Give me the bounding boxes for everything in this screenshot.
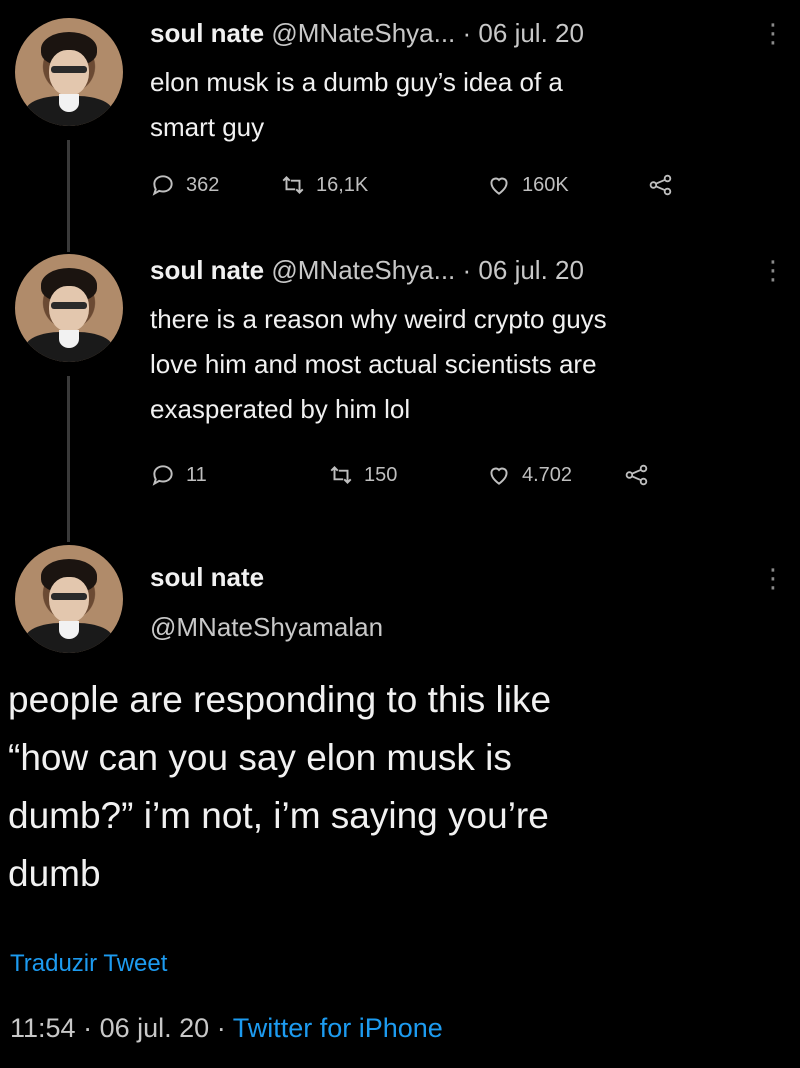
like-icon: [490, 467, 508, 485]
author-name-row: soul nate: [150, 562, 264, 593]
author-handle[interactable]: @MNateShya...: [271, 255, 455, 285]
avatar[interactable]: [15, 254, 123, 362]
main-text-line: dumb?” i’m not, i’m saying you’re: [8, 795, 549, 836]
tweet-date[interactable]: 06 jul. 20: [478, 18, 584, 48]
reply-count: 11: [186, 463, 207, 486]
author-name[interactable]: soul nate: [150, 255, 264, 285]
separator: ·: [216, 1013, 226, 1043]
author-handle[interactable]: @MNateShya...: [271, 18, 455, 48]
main-text-line: dumb: [8, 853, 101, 894]
more-vertical-icon[interactable]: ⋮: [760, 257, 786, 283]
separator: ·: [462, 255, 472, 285]
author-name[interactable]: soul nate: [150, 562, 264, 592]
reply-count: 362: [186, 173, 220, 196]
thread-line-1: [67, 140, 70, 252]
tweet-text-line: there is a reason why weird crypto guys: [150, 304, 607, 334]
like-icon: [490, 177, 508, 195]
author-handle-row: @MNateShyamalan: [150, 612, 383, 643]
translate-link[interactable]: Traduzir Tweet: [10, 950, 167, 978]
avatar[interactable]: [15, 18, 123, 126]
retweet-icon: [282, 176, 304, 194]
like-button[interactable]: 4.702: [486, 462, 572, 488]
tweet-text: elon musk is a dumb guy’s idea of a smar…: [150, 60, 780, 150]
more-vertical-icon[interactable]: ⋮: [760, 565, 786, 591]
retweet-count: 16,1K: [316, 173, 369, 196]
share-button[interactable]: [624, 462, 650, 488]
reply-button[interactable]: 11: [150, 462, 207, 488]
retweet-count: 150: [364, 463, 398, 486]
tweet-time: 11:54: [10, 1013, 76, 1043]
like-button[interactable]: 160K: [486, 172, 569, 198]
tweet-header: soul nate @MNateShya... · 06 jul. 20: [150, 255, 584, 286]
thread-line-2: [67, 376, 70, 542]
main-text-line: “how can you say elon musk is: [8, 737, 512, 778]
tweet-text-line: smart guy: [150, 112, 265, 142]
like-count: 4.702: [522, 463, 573, 486]
separator: ·: [462, 18, 472, 48]
like-count: 160K: [522, 173, 569, 196]
tweet-meta: 11:54 · 06 jul. 20 · Twitter for iPhone: [10, 1013, 443, 1044]
retweet-button[interactable]: 150: [328, 462, 397, 488]
tweet-date: 06 jul. 20: [99, 1013, 210, 1043]
main-tweet-text: people are responding to this like “how …: [8, 671, 788, 903]
tweet-text-line: exasperated by him lol: [150, 394, 411, 424]
retweet-icon: [330, 466, 352, 484]
tweet-header: soul nate @MNateShya... · 06 jul. 20: [150, 18, 584, 49]
reply-button[interactable]: 362: [150, 172, 219, 198]
share-icon: [625, 464, 648, 486]
share-icon: [649, 174, 672, 196]
separator: ·: [83, 1013, 93, 1043]
share-button[interactable]: [648, 172, 674, 198]
reply-icon: [152, 175, 173, 196]
avatar[interactable]: [15, 545, 123, 653]
more-vertical-icon[interactable]: ⋮: [760, 20, 786, 46]
author-name[interactable]: soul nate: [150, 18, 264, 48]
tweet-text-line: elon musk is a dumb guy’s idea of a: [150, 67, 563, 97]
author-handle[interactable]: @MNateShyamalan: [150, 612, 383, 642]
tweet-text: there is a reason why weird crypto guys …: [150, 297, 780, 432]
client-link[interactable]: Twitter for iPhone: [233, 1013, 443, 1043]
tweet-text-line: love him and most actual scientists are: [150, 349, 597, 379]
main-text-line: people are responding to this like: [8, 679, 552, 720]
tweet-date[interactable]: 06 jul. 20: [478, 255, 584, 285]
retweet-button[interactable]: 16,1K: [280, 172, 368, 198]
reply-icon: [152, 465, 173, 486]
